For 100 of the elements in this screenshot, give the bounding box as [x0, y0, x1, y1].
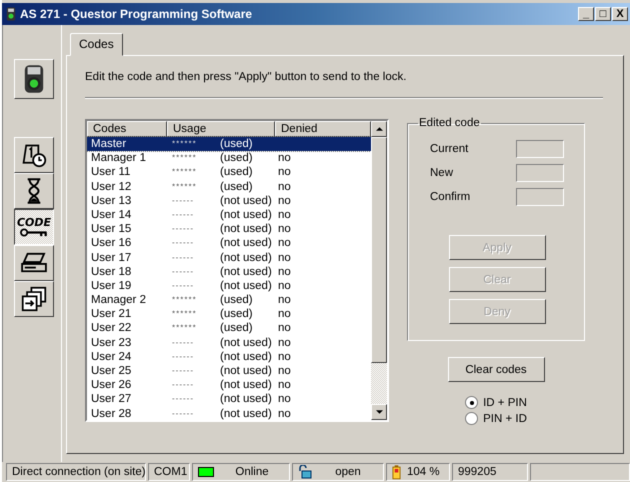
code-row[interactable]: Manager 2 ****** (used) no — [87, 293, 371, 308]
usage-mask: ------ — [172, 252, 195, 264]
code-name: User 19 — [90, 278, 132, 294]
lock-icon — [298, 465, 312, 479]
code-row[interactable]: User 15 ------ (not used) no — [87, 222, 371, 236]
usage-status: (not used) — [220, 250, 273, 265]
transfer-button[interactable] — [14, 281, 54, 317]
code-row[interactable]: User 28 ------ (not used) no — [87, 406, 371, 420]
usage-status: (not used) — [220, 222, 273, 236]
usage-status: (used) — [220, 293, 254, 308]
code-row[interactable]: User 24 ------ (not used) no — [87, 350, 371, 364]
code-button[interactable]: CODE — [14, 209, 54, 245]
field-label: New — [430, 167, 454, 179]
code-name: User 18 — [90, 264, 132, 279]
radio-label[interactable]: PIN + ID — [483, 412, 527, 424]
usage-status: (used) — [220, 137, 254, 152]
code-name: User 11 — [90, 165, 132, 180]
denied-value: no — [278, 293, 291, 308]
device-button[interactable] — [14, 59, 54, 99]
denied-value: no — [278, 236, 291, 250]
code-name: User 22 — [90, 321, 132, 336]
code-name: User 21 — [90, 307, 132, 322]
denied-value: no — [278, 378, 291, 392]
usage-status: (not used) — [220, 208, 273, 222]
denied-value: no — [278, 208, 291, 222]
code-row[interactable]: User 22 ****** (used) no — [87, 321, 371, 336]
battery-icon — [392, 464, 401, 480]
denied-value: no — [278, 392, 291, 407]
usage-mask: ------ — [172, 194, 195, 207]
usage-status: (not used) — [220, 236, 273, 250]
minimize-button[interactable]: _ — [578, 7, 594, 21]
usage-status: (not used) — [220, 278, 273, 294]
scrollbar[interactable] — [371, 121, 387, 420]
denied-value: no — [278, 151, 291, 166]
column-header[interactable]: Codes — [87, 121, 167, 137]
status-text: 104 % — [407, 466, 440, 478]
maximize-button[interactable]: □ — [595, 7, 611, 21]
hourglass-icon — [25, 177, 43, 205]
usage-status: (used) — [220, 180, 254, 194]
clear-codes-button[interactable]: Clear codes — [448, 357, 544, 382]
code-row[interactable]: User 23 ------ (not used) no — [87, 336, 371, 350]
radio-label[interactable]: ID + PIN — [483, 396, 527, 408]
field-label: Current — [430, 143, 468, 155]
code-name: User 16 — [90, 236, 132, 250]
window-title: AS 271 - Questor Programming Software — [20, 7, 254, 21]
usage-mask: ------ — [172, 336, 195, 349]
code-row[interactable]: User 19 ------ (not used) no — [87, 278, 371, 294]
code-input-field[interactable] — [516, 140, 564, 158]
code-row[interactable]: User 11 ****** (used) no — [87, 165, 371, 180]
device-icon — [6, 7, 16, 21]
calendar-button[interactable] — [14, 137, 54, 173]
instruction-text: Edit the code and then press "Apply" button to send to the lock. — [85, 71, 408, 83]
denied-value: no — [278, 307, 291, 322]
denied-value: no — [278, 364, 291, 378]
code-name: User 24 — [90, 350, 132, 364]
code-row[interactable]: User 14 ------ (not used) no — [87, 208, 371, 222]
usage-status: (not used) — [220, 392, 273, 407]
code-row[interactable]: User 26 ------ (not used) no — [87, 378, 371, 392]
usage-mask: ------ — [172, 208, 195, 221]
code-row[interactable]: User 18 ------ (not used) no — [87, 264, 371, 279]
code-row[interactable]: User 21 ****** (used) no — [87, 307, 371, 322]
printer-button[interactable] — [14, 245, 54, 281]
usage-status: (not used) — [220, 364, 273, 378]
denied-value: no — [278, 350, 291, 364]
denied-value: no — [278, 194, 291, 208]
calendar-clock-icon — [21, 142, 47, 168]
code-name: User 28 — [90, 406, 132, 420]
code-row[interactable]: Master ****** (used) — [87, 137, 371, 152]
usage-status: (used) — [220, 151, 254, 166]
column-header[interactable]: Denied — [275, 121, 371, 137]
code-row[interactable]: User 27 ------ (not used) no — [87, 392, 371, 407]
code-row[interactable]: User 16 ------ (not used) no — [87, 236, 371, 250]
code-row[interactable]: Manager 1 ****** (used) no — [87, 151, 371, 166]
code-input-field[interactable] — [516, 188, 564, 206]
code-name: User 23 — [90, 336, 132, 350]
code-input-field[interactable] — [516, 164, 564, 182]
code-row[interactable]: User 17 ------ (not used) no — [87, 250, 371, 265]
denied-value: no — [278, 165, 291, 180]
usage-mask: ------ — [172, 408, 195, 420]
code-row[interactable]: User 13 ------ (not used) no — [87, 194, 371, 208]
scroll-thumb[interactable] — [371, 137, 387, 363]
code-name: Master — [90, 137, 128, 152]
code-row[interactable]: User 12 ****** (used) no — [87, 180, 371, 194]
status-text: open — [334, 466, 362, 478]
usage-status: (not used) — [220, 194, 273, 208]
status-text: COM1 — [154, 466, 188, 478]
codes-tab[interactable]: Codes — [70, 33, 123, 56]
printer-icon — [20, 252, 48, 274]
usage-mask: ------ — [172, 350, 195, 363]
column-header[interactable]: Usage — [167, 121, 275, 137]
radio-button[interactable] — [465, 412, 478, 425]
usage-status: (used) — [220, 307, 254, 322]
hourglass-button[interactable] — [14, 173, 54, 209]
code-row[interactable]: User 25 ------ (not used) no — [87, 364, 371, 378]
denied-value: no — [278, 336, 291, 350]
code-name: User 25 — [90, 364, 132, 378]
radio-button[interactable] — [465, 396, 478, 409]
code-name: User 26 — [90, 378, 132, 392]
usage-mask: ------ — [172, 223, 195, 236]
close-button[interactable]: X — [612, 7, 628, 21]
